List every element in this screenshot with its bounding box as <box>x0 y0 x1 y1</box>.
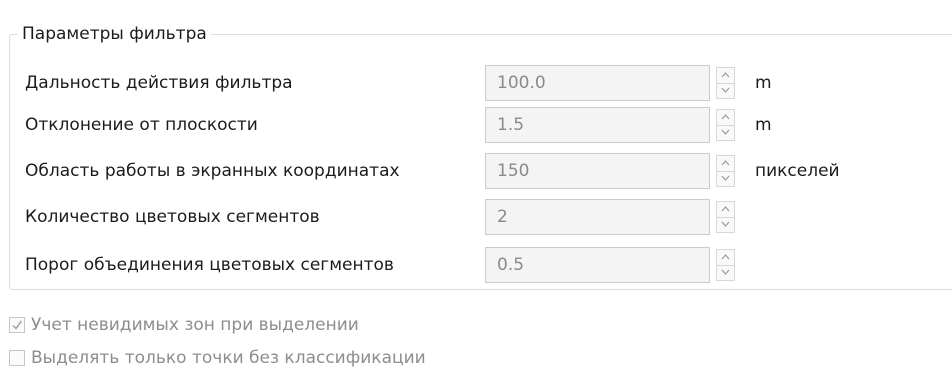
filter-range-unit: m <box>755 73 772 93</box>
screen-area-increment-button[interactable] <box>717 156 734 172</box>
chevron-up-icon <box>721 160 730 166</box>
chevron-down-icon <box>721 269 730 275</box>
color-segments-decrement-button[interactable] <box>717 217 734 232</box>
chevron-down-icon <box>721 129 730 135</box>
filter-range-row: Дальность действия фильтра 100.0 m <box>0 65 952 101</box>
unclassified-only-checkbox[interactable] <box>9 350 25 366</box>
color-segments-row: Количество цветовых сегментов 2 <box>0 199 952 235</box>
screen-area-unit: пикселей <box>755 161 840 181</box>
invisible-zones-option[interactable]: Учет невидимых зон при выделении <box>0 314 952 340</box>
screen-area-decrement-button[interactable] <box>717 171 734 186</box>
chevron-up-icon <box>721 72 730 78</box>
plane-deviation-increment-button[interactable] <box>717 110 734 126</box>
color-segments-increment-button[interactable] <box>717 202 734 218</box>
checkmark-icon <box>12 320 23 330</box>
color-segments-spinner[interactable] <box>716 201 735 233</box>
screen-area-label: Область работы в экранных координатах <box>25 161 400 181</box>
merge-threshold-increment-button[interactable] <box>717 250 734 266</box>
screen-area-input[interactable]: 150 <box>485 153 710 189</box>
merge-threshold-spinner[interactable] <box>716 249 735 281</box>
filter-range-input[interactable]: 100.0 <box>485 65 710 101</box>
plane-deviation-decrement-button[interactable] <box>717 125 734 140</box>
filter-range-increment-button[interactable] <box>717 68 734 84</box>
screen-area-row: Область работы в экранных координатах 15… <box>0 153 952 189</box>
unclassified-only-label: Выделять только точки без классификации <box>31 348 426 368</box>
color-segments-label: Количество цветовых сегментов <box>25 207 320 227</box>
plane-deviation-spinner[interactable] <box>716 109 735 141</box>
color-segments-input[interactable]: 2 <box>485 199 710 235</box>
plane-deviation-label: Отклонение от плоскости <box>25 115 258 135</box>
plane-deviation-input[interactable]: 1.5 <box>485 107 710 143</box>
chevron-up-icon <box>721 206 730 212</box>
merge-threshold-decrement-button[interactable] <box>717 265 734 280</box>
merge-threshold-input[interactable]: 0.5 <box>485 247 710 283</box>
chevron-up-icon <box>721 114 730 120</box>
chevron-down-icon <box>721 221 730 227</box>
unclassified-only-option[interactable]: Выделять только точки без классификации <box>0 347 952 373</box>
filter-range-label: Дальность действия фильтра <box>25 73 293 93</box>
merge-threshold-label: Порог объединения цветовых сегментов <box>25 255 394 275</box>
screen-area-spinner[interactable] <box>716 155 735 187</box>
chevron-up-icon <box>721 254 730 260</box>
invisible-zones-checkbox[interactable] <box>9 317 25 333</box>
merge-threshold-row: Порог объединения цветовых сегментов 0.5 <box>0 247 952 283</box>
chevron-down-icon <box>721 175 730 181</box>
plane-deviation-unit: m <box>755 115 772 135</box>
filter-range-decrement-button[interactable] <box>717 83 734 98</box>
group-title: Параметры фильтра <box>18 23 211 45</box>
invisible-zones-label: Учет невидимых зон при выделении <box>31 315 359 335</box>
filter-range-spinner[interactable] <box>716 67 735 99</box>
chevron-down-icon <box>721 87 730 93</box>
plane-deviation-row: Отклонение от плоскости 1.5 m <box>0 107 952 143</box>
